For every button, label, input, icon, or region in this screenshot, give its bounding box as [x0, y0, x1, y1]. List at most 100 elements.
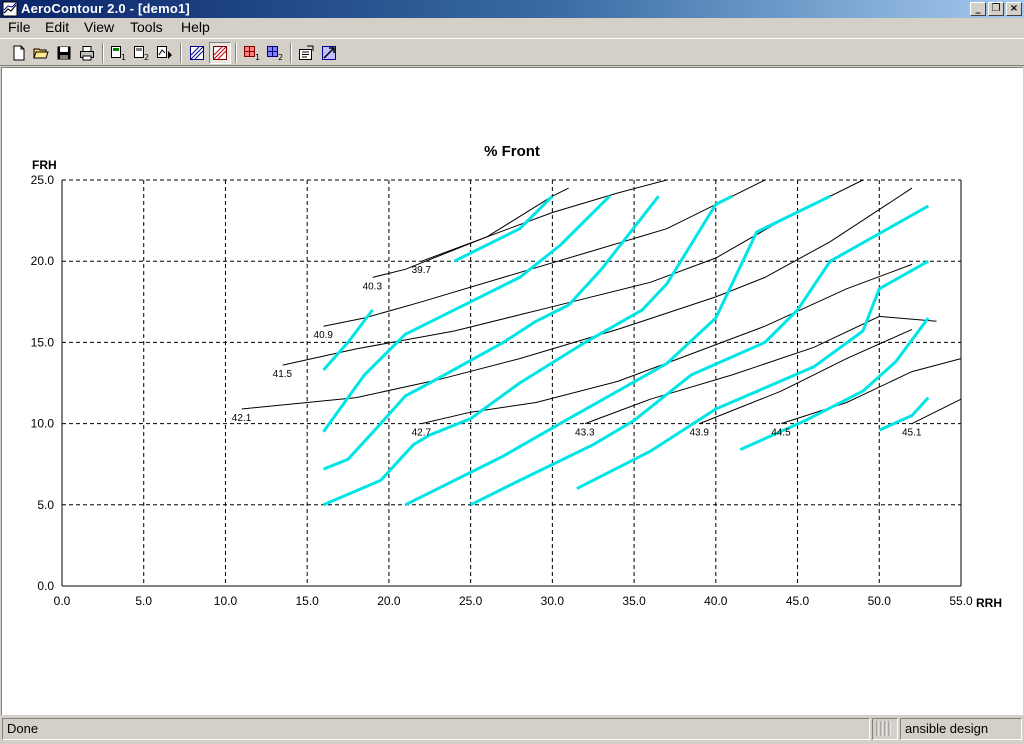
chart-2-icon: 2	[134, 46, 149, 61]
new-file-icon	[13, 45, 25, 61]
grid-layer	[61, 179, 962, 587]
svg-text:2: 2	[278, 53, 283, 61]
contour-line	[282, 179, 864, 366]
menu-edit[interactable]: Edit	[45, 19, 69, 36]
status-bar: Done ansible design	[0, 716, 1024, 744]
open-button[interactable]	[30, 42, 52, 64]
contour-view-b-button[interactable]	[209, 42, 231, 64]
chart-title: % Front	[484, 143, 540, 160]
close-button[interactable]: ×	[1006, 2, 1022, 16]
y-axis-label: FRH	[32, 158, 57, 172]
save-button[interactable]	[53, 42, 75, 64]
x-tick-label: 10.0	[214, 594, 238, 608]
contour-line	[323, 179, 766, 327]
print-icon	[80, 46, 94, 61]
grid-2-button[interactable]: 2	[264, 42, 286, 64]
contour-layer	[241, 179, 962, 425]
contour-value-label: 43.3	[575, 428, 595, 439]
menu-view[interactable]: View	[84, 19, 114, 36]
cyan-contour-line	[453, 195, 554, 263]
svg-text:1: 1	[255, 53, 260, 61]
status-grip-icon	[876, 721, 891, 736]
x-tick-label: 15.0	[296, 594, 320, 608]
y-tick-label: 0.0	[37, 579, 54, 593]
x-tick-label: 35.0	[622, 594, 646, 608]
contour-value-label: 40.3	[363, 281, 383, 292]
toolbar-separator	[102, 43, 104, 63]
contour-value-label: 41.5	[273, 369, 293, 380]
minimize-button[interactable]: _	[970, 2, 986, 16]
cyan-contour-line	[322, 195, 611, 433]
x-tick-label: 50.0	[868, 594, 892, 608]
cyan-contour-line	[404, 194, 831, 507]
y-tick-label: 15.0	[31, 335, 55, 349]
contour-value-label: 39.7	[412, 265, 432, 276]
print-button[interactable]	[76, 42, 98, 64]
x-tick-label: 5.0	[135, 594, 152, 608]
window-title: AeroContour 2.0 - [demo1]	[21, 1, 190, 16]
x-tick-label: 0.0	[54, 594, 71, 608]
contour-line	[421, 187, 569, 262]
y-tick-label: 10.0	[31, 417, 55, 431]
x-tick-label: 20.0	[377, 594, 401, 608]
toolbar-separator	[235, 43, 237, 63]
contour-chart: % Front FRH RRH 0.0 5.0 10.0 15.0 20.0 25.0 30…	[31, 143, 1002, 610]
cyan-contour-line	[469, 204, 930, 507]
contour-view-a-button[interactable]	[186, 42, 208, 64]
status-indicator	[872, 718, 898, 740]
properties-button[interactable]	[295, 42, 317, 64]
menu-tools[interactable]: Tools	[130, 19, 163, 36]
x-tick-label: 55.0	[949, 594, 973, 608]
svg-text:1: 1	[121, 53, 126, 61]
contour-line	[911, 398, 962, 425]
contour-line	[584, 315, 937, 425]
contour-view-b-icon	[213, 46, 227, 60]
chart-1-button[interactable]: 1	[108, 42, 130, 64]
x-tick-label: 40.0	[704, 594, 728, 608]
menu-help[interactable]: Help	[181, 19, 210, 36]
toolbar-separator	[180, 43, 182, 63]
cyan-contour-line	[878, 396, 930, 432]
grid-1-button[interactable]: 1	[241, 42, 263, 64]
cyan-layer	[322, 194, 930, 507]
contour-value-label: 43.9	[689, 428, 709, 439]
y-tick-label: 25.0	[31, 173, 55, 187]
tools-button[interactable]	[318, 42, 340, 64]
status-text: Done	[2, 718, 870, 740]
x-tick-label: 25.0	[459, 594, 483, 608]
open-folder-icon	[33, 48, 49, 59]
contour-value-label: 45.1	[902, 428, 922, 439]
toolbar: 1 2 1 2	[0, 38, 1024, 66]
contour-value-label: 42.1	[232, 413, 252, 424]
grid-1-icon: 1	[244, 46, 260, 61]
chart-2-button[interactable]: 2	[131, 42, 153, 64]
y-tick-label: 20.0	[31, 254, 55, 268]
properties-icon	[299, 45, 314, 60]
chart-3-button[interactable]	[154, 42, 176, 64]
grid-2-icon: 2	[267, 46, 283, 61]
menu-bar: File Edit View Tools Help	[0, 18, 1024, 37]
cyan-contour-line	[576, 259, 930, 490]
contour-value-label: 44.5	[771, 428, 791, 439]
app-icon[interactable]	[2, 1, 18, 17]
contour-value-label: 40.9	[314, 330, 334, 341]
save-icon	[57, 46, 71, 60]
new-button[interactable]	[8, 42, 30, 64]
contour-view-a-icon	[190, 46, 204, 60]
toolbar-separator	[290, 43, 292, 63]
x-axis-label: RRH	[976, 596, 1002, 610]
chart-area[interactable]: % Front FRH RRH 0.0 5.0 10.0 15.0 20.0 25.0 30…	[1, 67, 1023, 715]
restore-button[interactable]: ❐	[988, 2, 1004, 16]
chart-3-icon	[157, 46, 172, 59]
svg-text:2: 2	[144, 53, 149, 61]
contour-value-label: 42.7	[412, 428, 432, 439]
menu-file[interactable]: File	[8, 19, 31, 36]
tools-icon	[322, 46, 336, 60]
x-tick-label: 30.0	[541, 594, 565, 608]
cyan-contour-line	[322, 194, 733, 507]
status-company: ansible design	[900, 718, 1022, 740]
title-bar[interactable]: AeroContour 2.0 - [demo1] _ ❐ ×	[0, 0, 1024, 18]
chart-1-icon: 1	[111, 46, 126, 61]
y-tick-label: 5.0	[37, 498, 54, 512]
x-tick-label: 45.0	[786, 594, 810, 608]
